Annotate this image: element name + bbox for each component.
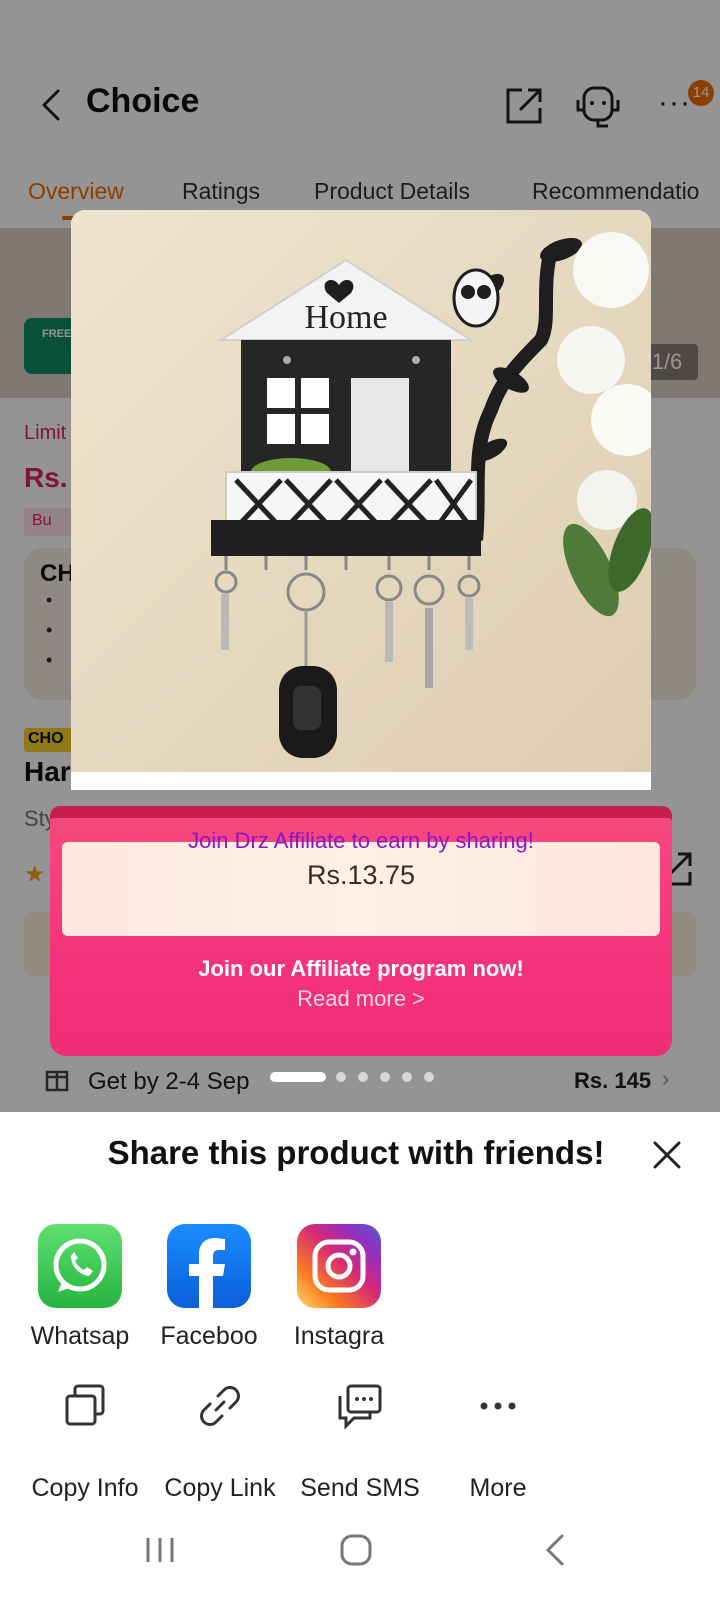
instagram-label: Instagra (293, 1322, 385, 1350)
send-sms-label: Send SMS (300, 1474, 420, 1502)
carousel-dot[interactable] (380, 1072, 390, 1082)
instagram-icon (297, 1224, 381, 1308)
read-more-link[interactable]: Read more > (50, 986, 672, 1012)
carousel-dot[interactable] (402, 1072, 412, 1082)
affiliate-cta[interactable]: Join our Affiliate program now! (50, 956, 672, 982)
share-instagram-button[interactable]: Instagra (274, 1224, 404, 1374)
carousel-dot[interactable] (424, 1072, 434, 1082)
share-facebook-button[interactable]: Faceboo (144, 1224, 274, 1374)
more-share-button[interactable]: More (428, 1382, 568, 1512)
recent-apps-icon[interactable] (140, 1530, 180, 1570)
close-icon[interactable] (650, 1138, 684, 1172)
whatsapp-icon (38, 1224, 122, 1308)
more-icon (480, 1402, 516, 1410)
product-image: Home (71, 210, 651, 790)
system-nav-bar (0, 1508, 720, 1600)
carousel-indicator (270, 1072, 450, 1084)
whatsapp-label: Whatsap (30, 1322, 130, 1350)
carousel-dot-active[interactable] (270, 1072, 326, 1082)
home-icon[interactable] (336, 1530, 376, 1570)
copy-icon (65, 1384, 105, 1426)
facebook-icon (167, 1224, 251, 1308)
link-icon (200, 1386, 240, 1426)
copy-link-button[interactable]: Copy Link (150, 1382, 290, 1512)
share-whatsapp-button[interactable]: Whatsap (15, 1224, 145, 1374)
more-label: More (469, 1474, 527, 1502)
carousel-dot[interactable] (358, 1072, 368, 1082)
share-sheet-title: Share this product with friends! (107, 1134, 605, 1171)
sms-icon (338, 1384, 382, 1430)
affiliate-banner[interactable]: Join Drz Affiliate to earn by sharing! R… (50, 806, 672, 1056)
back-icon[interactable] (536, 1530, 576, 1570)
copy-link-label: Copy Link (164, 1474, 276, 1502)
send-sms-button[interactable]: Send SMS (290, 1382, 430, 1512)
affiliate-amount: Rs.13.75 (306, 860, 416, 890)
affiliate-title: Join Drz Affiliate to earn by sharing! (188, 828, 534, 853)
facebook-label: Faceboo (160, 1322, 258, 1350)
carousel-dot[interactable] (336, 1072, 346, 1082)
copy-info-button[interactable]: Copy Info (15, 1382, 155, 1512)
house-sign-text: Home (304, 299, 387, 336)
key-holder-illustration: Home (71, 210, 651, 790)
